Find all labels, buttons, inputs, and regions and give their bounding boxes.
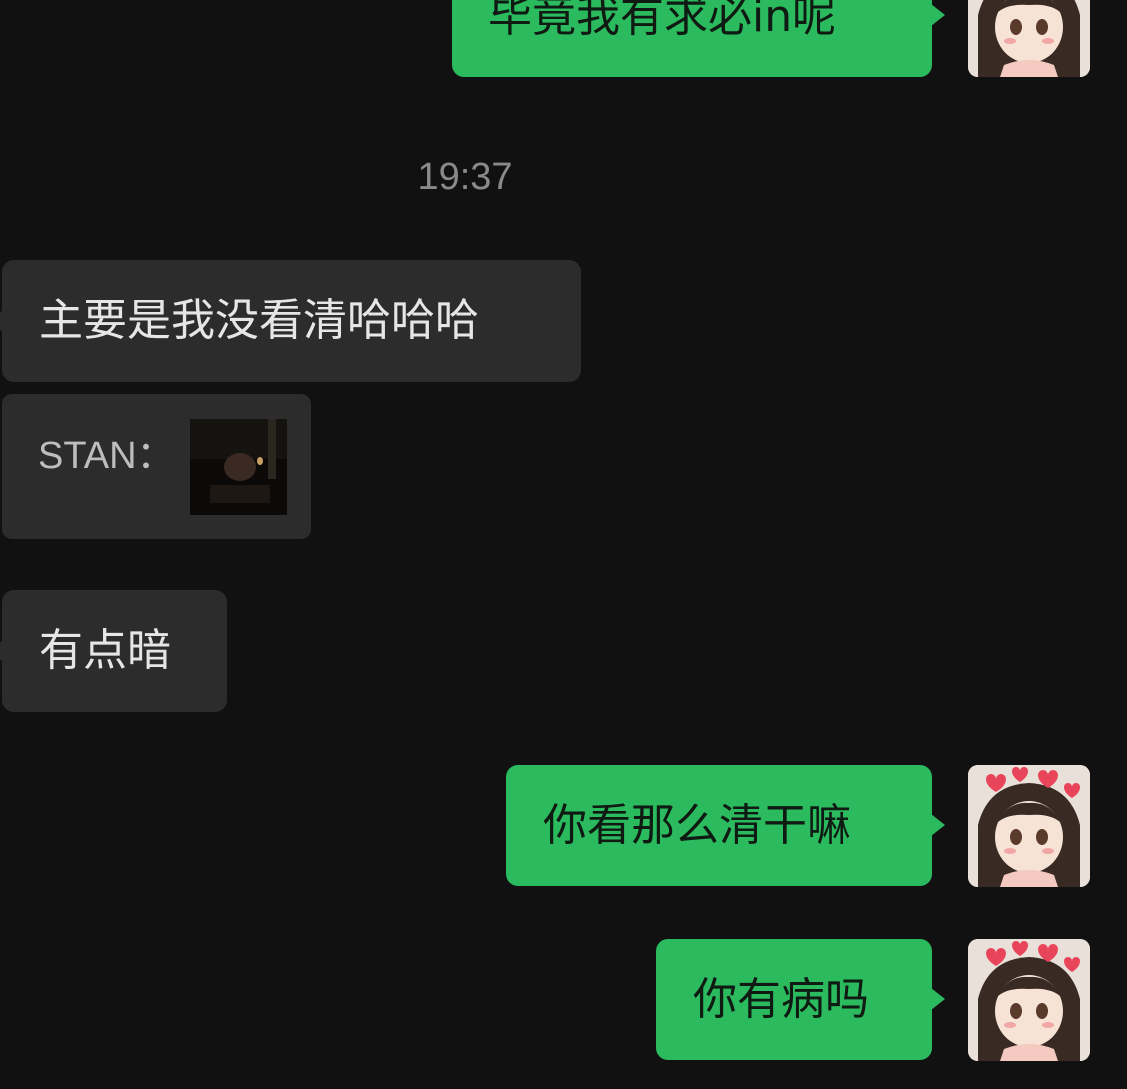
bubble-tail: [931, 814, 945, 836]
avatar-image: [968, 0, 1090, 77]
photo-thumbnail[interactable]: [190, 419, 287, 515]
message-text: 你有病吗: [693, 973, 869, 1025]
message-text: 你看那么清干嘛: [543, 799, 851, 851]
user-avatar[interactable]: [968, 765, 1090, 887]
outgoing-message-bubble[interactable]: 你看那么清干嘛: [506, 765, 932, 886]
message-text: 毕竟我有求必in呢: [488, 0, 837, 42]
incoming-message-bubble[interactable]: 有点暗: [2, 590, 227, 712]
bubble-tail: [931, 4, 945, 26]
user-avatar[interactable]: [968, 939, 1090, 1061]
outgoing-message-bubble[interactable]: 你有病吗: [656, 939, 932, 1060]
outgoing-message-bubble[interactable]: 毕竟我有求必in呢: [452, 0, 932, 77]
photo-image: [190, 419, 287, 515]
message-timestamp: 19:37: [417, 156, 513, 198]
incoming-message-bubble[interactable]: 主要是我没看清哈哈哈: [2, 260, 581, 382]
quote-sender-label: STAN：: [38, 435, 175, 477]
chat-view: 毕竟我有求必in呢 19:37 主要是我没看清哈哈哈 STAN： 有点暗 你看那…: [0, 0, 1127, 1089]
avatar-image: [968, 939, 1090, 1061]
message-text: 有点暗: [39, 625, 171, 676]
user-avatar[interactable]: [968, 0, 1090, 77]
message-text: 主要是我没看清哈哈哈: [39, 295, 479, 346]
bubble-tail: [931, 988, 945, 1010]
avatar-image: [968, 765, 1090, 887]
